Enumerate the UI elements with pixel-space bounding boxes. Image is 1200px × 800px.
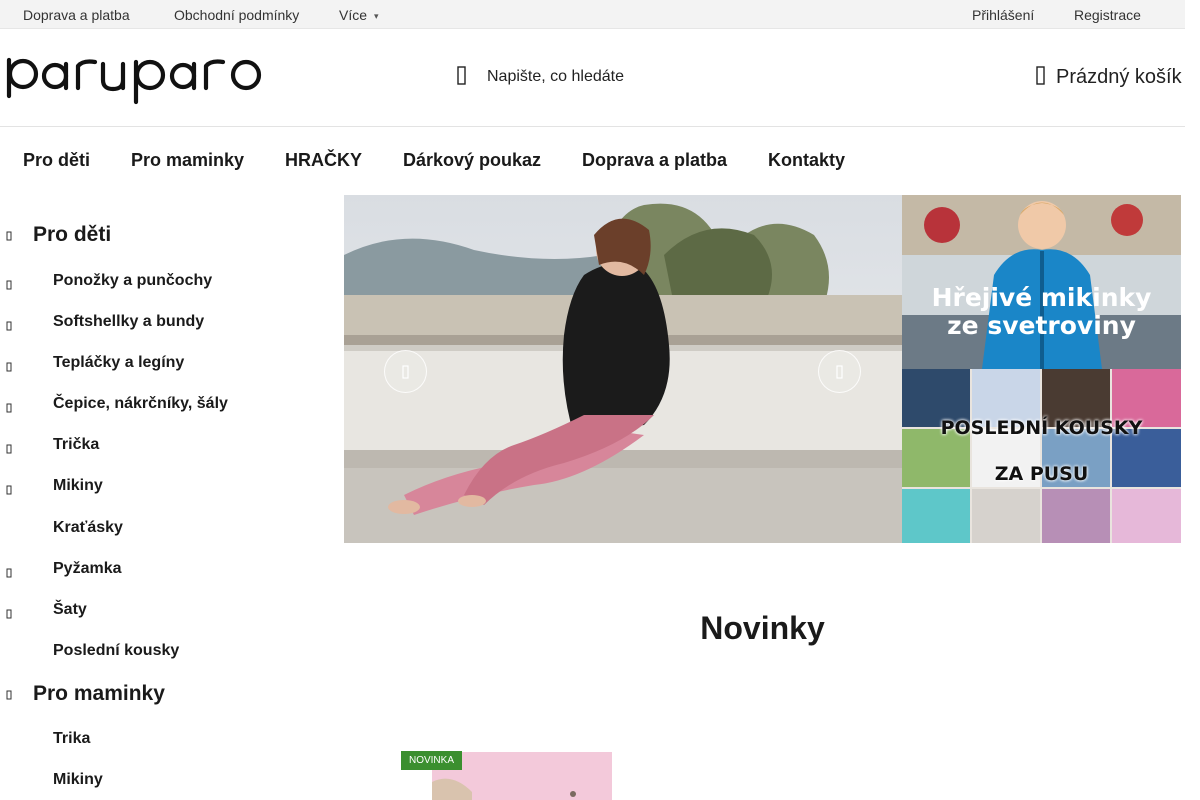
header-divider xyxy=(0,126,1185,127)
expand-icon[interactable] xyxy=(6,321,14,331)
category-moms[interactable]: Pro maminky xyxy=(0,682,330,712)
chevron-down-icon: ▾ xyxy=(374,11,379,21)
category-label: Tepláčky a legíny xyxy=(53,354,185,371)
nav-item-gift-voucher[interactable]: Dárkový poukaz xyxy=(403,150,541,171)
expand-icon[interactable] xyxy=(6,280,14,290)
category-label: Pro děti xyxy=(33,223,112,246)
cart-icon[interactable] xyxy=(1030,64,1052,88)
category-kids[interactable]: Pro děti xyxy=(0,223,330,253)
promo-last-pieces-line1: POSLEDNÍ KOUSKY xyxy=(940,417,1143,439)
chevron-right-icon xyxy=(835,364,843,379)
more-label: Více xyxy=(339,7,368,23)
expand-icon[interactable] xyxy=(6,403,14,413)
category-moms-hoodies[interactable]: Mikiny xyxy=(0,771,330,800)
nav-item-shipping[interactable]: Doprava a platba xyxy=(582,150,727,171)
category-label: Pyžamka xyxy=(53,560,122,577)
expand-icon[interactable] xyxy=(6,231,14,241)
category-label: Trika xyxy=(53,730,91,747)
slider-next-button[interactable] xyxy=(818,350,861,393)
category-hoodies[interactable]: Mikiny xyxy=(0,477,330,507)
category-label: Ponožky a punčochy xyxy=(53,272,213,289)
expand-icon[interactable] xyxy=(6,444,14,454)
nav-item-moms[interactable]: Pro maminky xyxy=(131,150,244,171)
hero-slider[interactable] xyxy=(344,195,902,543)
category-label: Kraťásky xyxy=(53,519,123,536)
expand-icon[interactable] xyxy=(6,362,14,372)
section-title: Novinky xyxy=(700,610,825,646)
search-input[interactable] xyxy=(482,64,922,90)
category-shorts[interactable]: Kraťásky xyxy=(0,519,330,549)
new-badge: NOVINKA xyxy=(401,751,462,770)
category-sweatpants[interactable]: Tepláčky a legíny xyxy=(0,354,330,384)
nav-item-contacts[interactable]: Kontakty xyxy=(768,150,845,171)
category-softshell[interactable]: Softshellky a bundy xyxy=(0,313,330,343)
topbar-more-menu[interactable]: Více ▾ xyxy=(339,7,379,23)
top-bar: Doprava a platba Obchodní podmínky Více ▾… xyxy=(0,0,1185,29)
slider-prev-button[interactable] xyxy=(384,350,427,393)
category-label: Čepice, nákrčníky, šály xyxy=(53,395,228,412)
category-pajamas[interactable]: Pyžamka xyxy=(0,560,330,590)
chevron-left-icon xyxy=(401,364,409,379)
promo-image-last-pieces xyxy=(902,369,1181,543)
expand-icon[interactable] xyxy=(6,690,14,700)
topbar-link-terms[interactable]: Obchodní podmínky xyxy=(174,7,299,23)
promo-hoodies-line2: ze svetroviny xyxy=(947,311,1136,340)
login-link[interactable]: Přihlášení xyxy=(972,7,1034,23)
expand-icon[interactable] xyxy=(6,485,14,495)
category-label: Trička xyxy=(53,436,100,453)
category-label: Pro maminky xyxy=(33,682,165,705)
search-icon[interactable] xyxy=(451,64,473,88)
category-label: Softshellky a bundy xyxy=(53,313,205,330)
category-label: Mikiny xyxy=(53,771,103,788)
promo-image-hoodies xyxy=(902,195,1181,369)
cart-status[interactable]: Prázdný košík xyxy=(1056,66,1182,89)
category-moms-shirts[interactable]: Trika xyxy=(0,730,330,760)
promo-last-pieces-line2: ZA PUSU xyxy=(994,463,1089,485)
topbar-link-shipping[interactable]: Doprava a platba xyxy=(23,7,130,23)
category-tshirts[interactable]: Trička xyxy=(0,436,330,466)
register-link[interactable]: Registrace xyxy=(1074,7,1141,23)
promo-hoodies-line1: Hřejivé mikinky xyxy=(931,283,1152,312)
promo-banner-last-pieces[interactable]: POSLEDNÍ KOUSKY ZA PUSU xyxy=(902,369,1181,543)
category-label: Mikiny xyxy=(53,477,103,494)
category-hats[interactable]: Čepice, nákrčníky, šály xyxy=(0,395,330,425)
promo-banner-hoodies[interactable]: Hřejivé mikinky ze svetroviny xyxy=(902,195,1181,369)
nav-item-kids[interactable]: Pro děti xyxy=(23,150,90,171)
nav-item-toys[interactable]: HRAČKY xyxy=(285,150,362,171)
site-logo[interactable] xyxy=(3,36,283,106)
category-socks[interactable]: Ponožky a punčochy xyxy=(0,272,330,302)
expand-icon[interactable] xyxy=(6,568,14,578)
